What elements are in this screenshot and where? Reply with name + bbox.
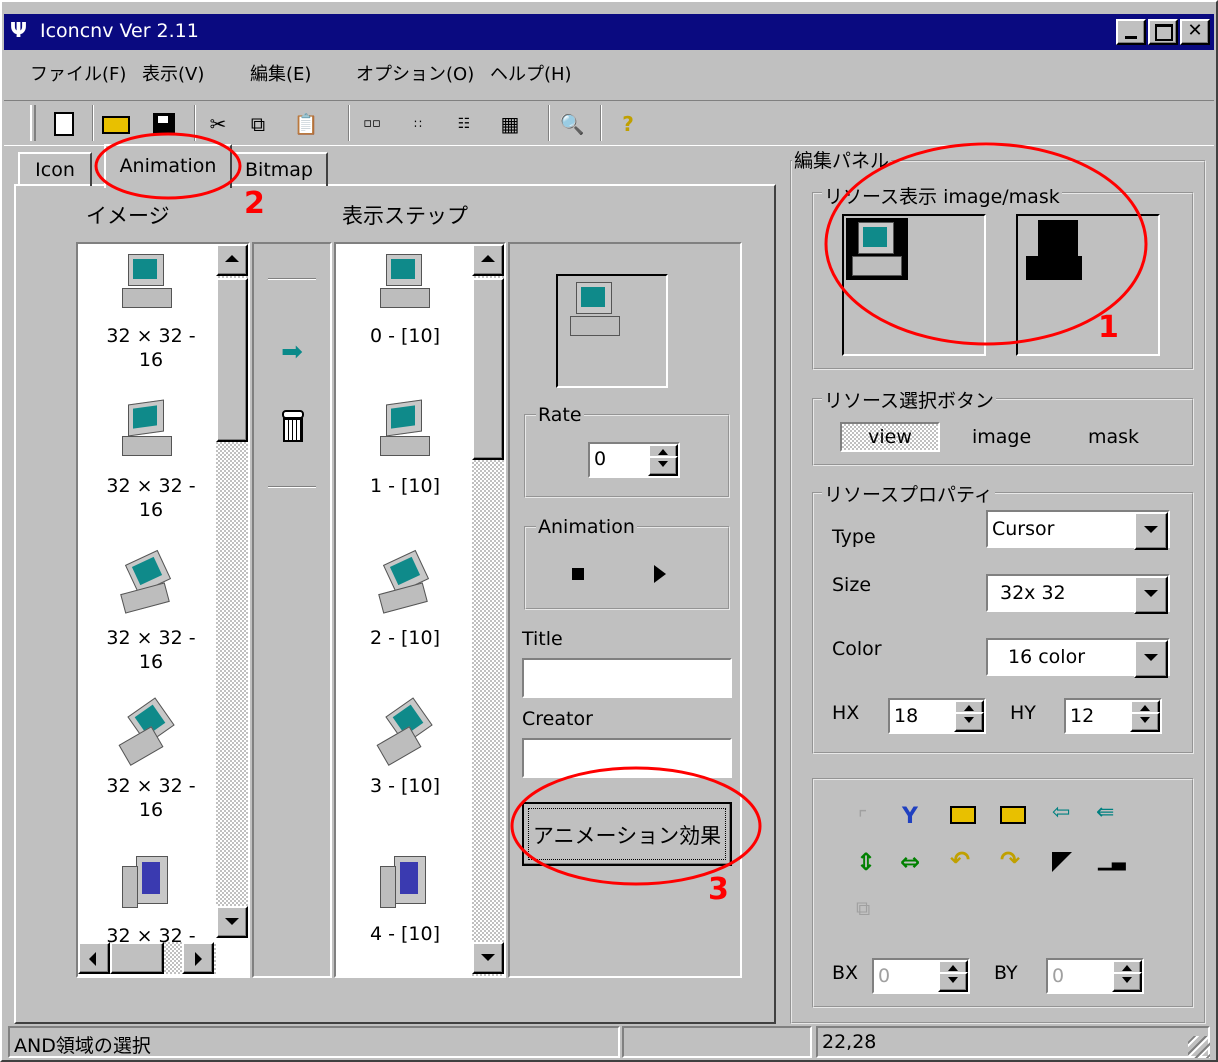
annotation-number-3: 3 <box>708 872 729 907</box>
annotation-number-1: 1 <box>1098 310 1119 345</box>
annotation-circle-2 <box>94 132 242 200</box>
annotation-number-2: 2 <box>244 186 265 221</box>
annotation-circle-3 <box>510 766 762 886</box>
annotation-layer <box>94 132 1148 886</box>
